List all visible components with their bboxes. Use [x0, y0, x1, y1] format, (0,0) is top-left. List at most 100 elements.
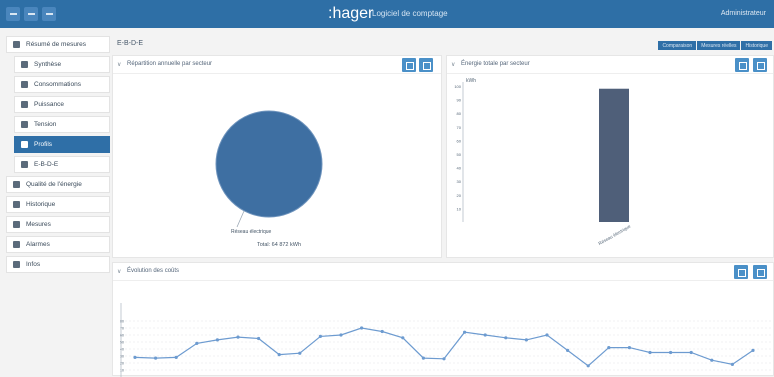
data-point[interactable]	[689, 350, 693, 355]
line-chart-panel: ∨ Évolution des coûts 10 20 30 40 50 60 70 80	[112, 262, 774, 377]
dollar-icon	[21, 101, 28, 108]
x-tick-label: Réseau électrique	[598, 223, 632, 246]
y-tick-label: 70	[120, 327, 124, 331]
pie-chart: Réseau électrique Total: 64 872 kWh	[215, 110, 323, 248]
bar-chart: kWh 10 20 30 40 50 60 70 80 90 100 Réseau électriqu…	[454, 78, 632, 246]
sidebar-item[interactable]: Consommations	[14, 76, 110, 93]
data-point[interactable]	[195, 341, 199, 345]
data-point[interactable]	[669, 350, 673, 355]
data-point[interactable]	[133, 355, 137, 359]
data-point[interactable]	[483, 333, 487, 337]
home-icon[interactable]	[42, 7, 56, 21]
sidebar-item[interactable]: Infos	[6, 256, 110, 273]
sidebar-item-label: Mesures	[26, 221, 51, 228]
y-tick-label: 40	[120, 348, 124, 352]
data-point[interactable]	[751, 348, 755, 352]
sidebar-item[interactable]: Mesures	[6, 216, 110, 233]
y-tick-label: 10	[457, 206, 462, 211]
data-point[interactable]	[277, 353, 281, 357]
slice-leader-line	[236, 210, 245, 228]
sidebar-item[interactable]: Puissance	[14, 96, 110, 113]
breadcrumb: E-B-D-E	[117, 40, 144, 47]
sidebar-item-label: Tension	[34, 121, 57, 128]
clock-icon	[13, 201, 20, 208]
y-tick-label: 50	[120, 341, 124, 345]
sidebar-item-label: Résumé de mesures	[26, 41, 86, 48]
sidebar-item-label: E-B-D-E	[34, 161, 59, 168]
sidebar-item-label: Alarmes	[26, 241, 50, 248]
data-point[interactable]	[710, 358, 714, 362]
bell-icon	[13, 241, 20, 248]
sidebar-item-label: Historique	[26, 201, 56, 208]
data-point[interactable]	[566, 348, 570, 352]
data-point[interactable]	[607, 346, 611, 350]
account-menu[interactable]: Administrateur	[721, 10, 766, 17]
y-tick-label: 30	[457, 179, 462, 184]
y-tick-label: 20	[120, 362, 124, 366]
sidebar: Résumé de mesures Synthèse Consommations Pu…	[0, 36, 118, 376]
tab-history[interactable]: Historique	[741, 41, 772, 50]
info-icon	[13, 261, 20, 268]
data-point[interactable]	[586, 364, 590, 368]
y-tick-label: 100	[454, 84, 461, 89]
sidebar-item-label: Puissance	[34, 101, 64, 108]
data-point[interactable]	[648, 350, 652, 355]
y-tick-label: 60	[457, 138, 462, 143]
sidebar-item[interactable]: Qualité de l'énergie	[6, 176, 110, 193]
data-point[interactable]	[442, 357, 446, 361]
sidebar-item[interactable]: Historique	[6, 196, 110, 213]
data-point[interactable]	[360, 326, 364, 330]
data-point[interactable]	[174, 355, 178, 359]
y-tick-label: 30	[120, 355, 124, 359]
bar[interactable]	[599, 88, 629, 222]
sidebar-item-label: Synthèse	[34, 61, 62, 68]
data-point[interactable]	[524, 338, 528, 342]
data-point[interactable]	[504, 336, 508, 340]
chart-icon	[13, 221, 20, 228]
y-tick-label: 10	[120, 369, 124, 373]
pie-slice-network[interactable]	[215, 110, 323, 218]
data-point[interactable]	[257, 336, 261, 341]
data-point[interactable]	[215, 338, 219, 342]
line-chart: 10 20 30 40 50 60 70 80	[120, 303, 771, 377]
data-point[interactable]	[545, 333, 549, 337]
data-point[interactable]	[380, 329, 384, 334]
sidebar-item-label: Infos	[26, 261, 41, 268]
y-tick-label: 60	[120, 334, 124, 338]
gear-icon	[21, 161, 28, 168]
data-point[interactable]	[298, 351, 302, 355]
sidebar-item[interactable]: E-B-D-E	[14, 156, 110, 173]
sidebar-item[interactable]: Alarmes	[6, 236, 110, 253]
data-point[interactable]	[401, 336, 405, 340]
data-point[interactable]	[318, 334, 322, 338]
data-point[interactable]	[421, 356, 425, 360]
sidebar-item-label: Profils	[34, 141, 53, 148]
data-point[interactable]	[236, 335, 240, 339]
data-point[interactable]	[339, 333, 343, 337]
pie-chart-panel: ∨ Répartition annuelle par secteur Résea…	[112, 55, 442, 258]
brand-logo: :hager	[328, 5, 374, 22]
sidebar-item[interactable]: Tension	[14, 116, 110, 133]
top-navigation-bar: :hager Logiciel de comptage Administrate…	[0, 0, 774, 28]
data-point[interactable]	[154, 356, 158, 360]
sidebar-item[interactable]: Résumé de mesures	[6, 36, 110, 53]
meter-icon	[13, 41, 20, 48]
tool-icon	[13, 181, 20, 188]
pie-total-label: Total: 64 872 kWh	[257, 242, 301, 248]
tab-real-measures[interactable]: Mesures réelles	[697, 41, 741, 50]
sidebar-item[interactable]: Profils	[14, 136, 110, 153]
y-tick-label: 70	[457, 125, 462, 130]
data-point[interactable]	[730, 362, 735, 366]
back-icon[interactable]	[24, 7, 38, 21]
y-tick-label: 80	[457, 111, 462, 116]
menu-icon[interactable]	[6, 7, 20, 21]
view-tabs: Comparaison Mesures réelles Historique	[657, 41, 772, 50]
plug-icon	[21, 121, 28, 128]
data-point[interactable]	[627, 346, 632, 350]
slice-label: Réseau électrique	[231, 229, 272, 235]
y-tick-label: 40	[457, 166, 462, 171]
y-tick-label: 50	[457, 152, 462, 157]
sidebar-item[interactable]: Synthèse	[14, 56, 110, 73]
tab-comparison[interactable]: Comparaison	[658, 41, 697, 50]
data-point[interactable]	[463, 330, 467, 334]
